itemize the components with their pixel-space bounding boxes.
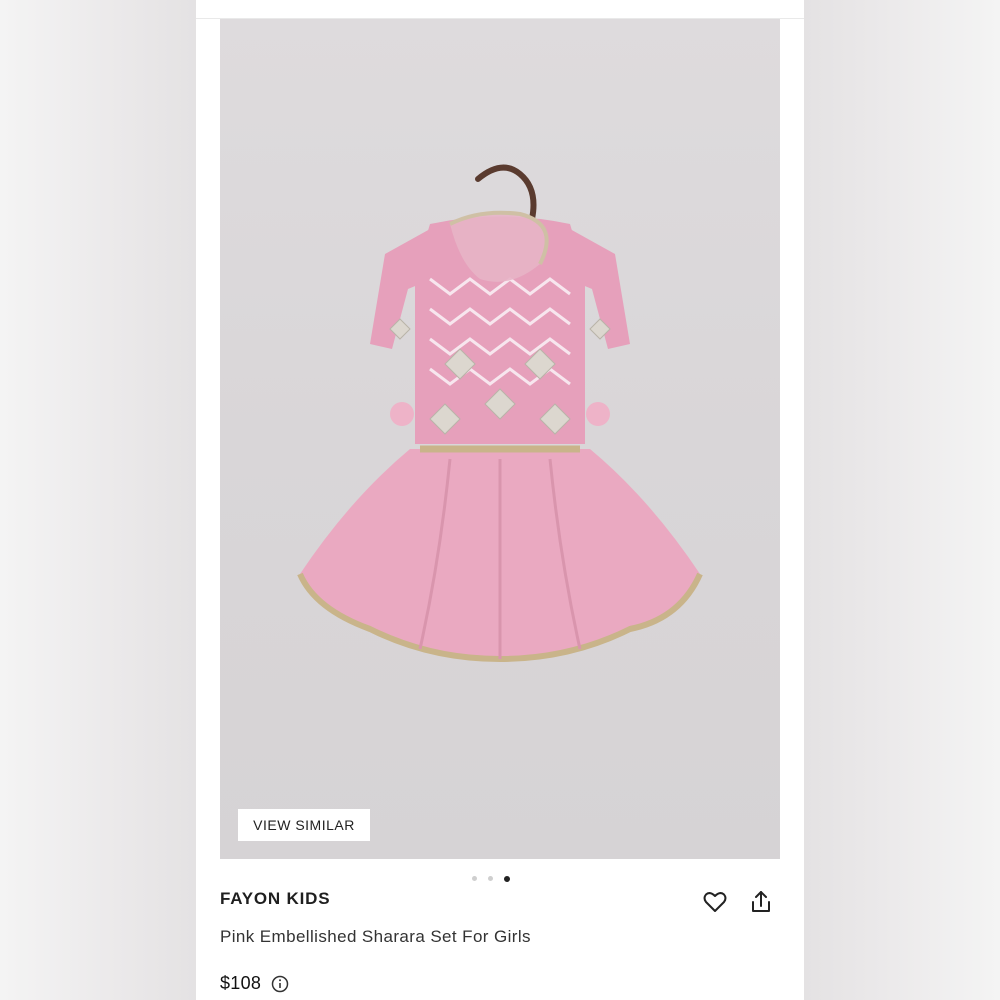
brand-name[interactable]: FAYON KIDS <box>220 889 330 909</box>
view-similar-button[interactable]: VIEW SIMILAR <box>238 809 370 841</box>
pagination-dot-active[interactable] <box>504 876 510 882</box>
product-actions <box>701 888 775 916</box>
gallery-pagination <box>472 876 532 884</box>
product-photo <box>297 164 703 663</box>
product-price: $108 <box>220 973 262 993</box>
info-icon[interactable] <box>271 975 289 993</box>
backdrop-right <box>804 0 1000 1000</box>
heart-icon[interactable] <box>701 888 729 916</box>
price-row: $108 <box>220 973 289 994</box>
pagination-dot[interactable] <box>488 876 493 881</box>
product-image[interactable]: VIEW SIMILAR <box>220 19 780 859</box>
share-icon[interactable] <box>747 888 775 916</box>
pagination-dot[interactable] <box>472 876 477 881</box>
product-card: VIEW SIMILAR FAYON KIDS Pink Embellished… <box>196 0 804 1000</box>
product-title: Pink Embellished Sharara Set For Girls <box>220 927 531 946</box>
backdrop-left <box>0 0 196 1000</box>
top-header-strip <box>196 0 804 19</box>
